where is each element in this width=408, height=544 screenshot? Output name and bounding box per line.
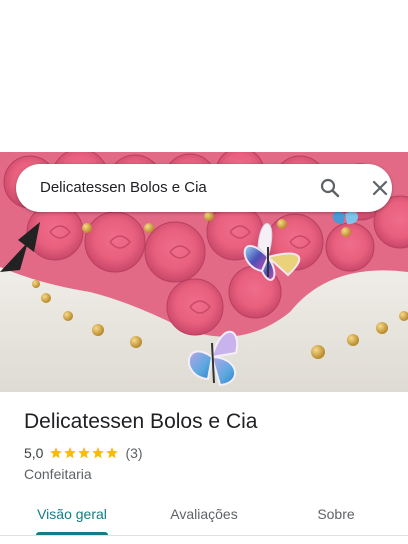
star-rating: [49, 446, 119, 460]
star-icon: [78, 447, 91, 459]
place-category[interactable]: Confeitaria: [24, 465, 92, 483]
star-icon: [50, 447, 63, 459]
search-input[interactable]: Delicatessen Bolos e Cia: [40, 164, 207, 212]
place-title: Delicatessen Bolos e Cia: [24, 410, 258, 433]
review-count[interactable]: (3): [125, 445, 142, 461]
star-icon: [92, 447, 105, 459]
rating-row[interactable]: 5,0 (3): [24, 444, 143, 462]
tab-about[interactable]: Sobre: [264, 492, 408, 536]
close-icon[interactable]: [368, 176, 392, 200]
place-page: Delicatessen Bolos e Cia Delicatessen Bo…: [0, 0, 408, 544]
search-icon[interactable]: [318, 176, 342, 200]
place-tabs: Visão geral Avaliações Sobre: [0, 492, 408, 536]
tab-reviews[interactable]: Avaliações: [132, 492, 276, 536]
rating-value: 5,0: [24, 445, 44, 461]
star-icon: [106, 447, 119, 459]
tab-overview[interactable]: Visão geral: [0, 492, 144, 536]
tabs-divider: [0, 535, 408, 536]
star-icon: [64, 447, 77, 459]
search-bar[interactable]: Delicatessen Bolos e Cia: [16, 164, 392, 212]
